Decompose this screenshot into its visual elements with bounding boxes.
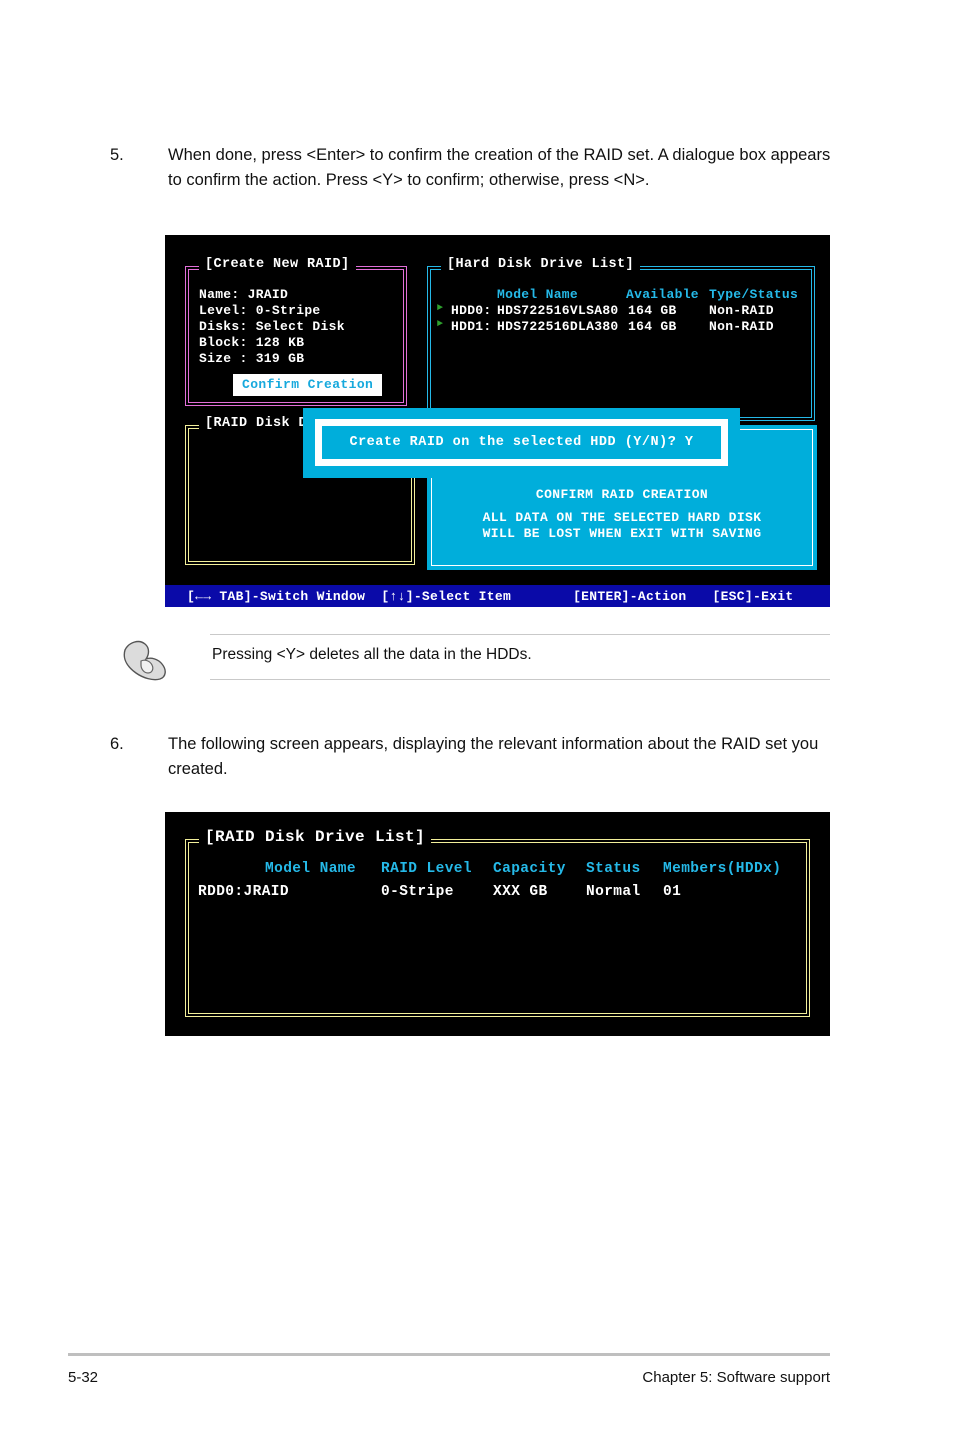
- help-heading: CONFIRM RAID CREATION: [535, 487, 709, 502]
- field-level: Level: 0-Stripe: [199, 303, 321, 318]
- statusbar-exit-hint: [ESC]-Exit: [712, 588, 794, 604]
- panel-raid-disk-drive-list-2: [RAID Disk Drive List] Model Name RAID L…: [185, 828, 810, 1017]
- row-hdd-model: HDS722516DLA380: [497, 319, 619, 334]
- footer-divider: [68, 1353, 830, 1356]
- rdl-row-id: RDD0:JRAID: [198, 884, 290, 900]
- row-hdd-available: 164 GB: [628, 303, 677, 318]
- step-5-text: When done, press <Enter> to confirm the …: [168, 146, 831, 190]
- row-hdd-type: Non-RAID: [709, 319, 774, 334]
- rdl-row-members: 01: [663, 884, 682, 900]
- page-number: 5-32: [68, 1369, 99, 1386]
- help-line-1: ALL DATA ON THE SELECTED HARD DISK: [482, 510, 762, 525]
- field-block: Block: 128 KB: [199, 335, 305, 350]
- field-size: Size : 319 GB: [199, 351, 305, 366]
- note-divider-top: [210, 634, 830, 635]
- dialog-create-raid-confirm[interactable]: Create RAID on the selected HDD (Y/N)? Y: [303, 408, 740, 478]
- note-divider-bottom: [210, 679, 830, 680]
- statusbar-action-hint: [ENTER]-Action: [573, 588, 687, 604]
- step-6: 6. The following screen appears, display…: [110, 732, 840, 782]
- row-hdd-id: HDD1:: [451, 319, 492, 334]
- row-hdd-available: 164 GB: [628, 319, 677, 334]
- bios-screen-raid-disk-drive-list: [RAID Disk Drive List] Model Name RAID L…: [165, 812, 830, 1036]
- row-hdd-id: HDD0:: [451, 303, 492, 318]
- pointing-hand-icon: [119, 637, 173, 686]
- hdd-col-type-status: Type/Status: [709, 287, 799, 302]
- row-hdd-model: HDS722516VLSA80: [497, 303, 619, 318]
- row-bullet-icon: ►: [437, 319, 444, 330]
- help-line-2: WILL BE LOST WHEN EXIT WITH SAVING: [482, 526, 762, 541]
- rdl-col-capacity: Capacity: [493, 861, 566, 877]
- row-bullet-icon: ►: [437, 303, 444, 314]
- panel-hard-disk-drive-list-title: [Hard Disk Drive List]: [441, 257, 641, 272]
- bios-status-bar: [←→ TAB]-Switch Window [↑↓]-Select Item …: [165, 585, 830, 607]
- panel-create-new-raid-title: [Create New RAID]: [199, 257, 356, 272]
- rdl-col-raid-level: RAID Level: [381, 861, 473, 877]
- field-name: Name: JRAID: [199, 287, 289, 302]
- field-disks[interactable]: Disks: Select Disk: [199, 319, 345, 334]
- confirm-creation-button[interactable]: Confirm Creation: [233, 374, 383, 396]
- chapter-label: Chapter 5: Software support: [642, 1369, 830, 1386]
- hdd-col-model-name: Model Name: [497, 287, 579, 302]
- note-text: Pressing <Y> deletes all the data in the…: [212, 646, 532, 663]
- row-hdd-type: Non-RAID: [709, 303, 774, 318]
- panel-create-new-raid: [Create New RAID] Name: JRAID Level: 0-S…: [185, 257, 407, 406]
- rdl-col-status: Status: [586, 861, 641, 877]
- dialog-inner-frame: Create RAID on the selected HDD (Y/N)? Y: [315, 419, 728, 466]
- rdl-row-level: 0-Stripe: [381, 884, 454, 900]
- step-6-number: 6.: [110, 735, 124, 753]
- step-6-text: The following screen appears, displaying…: [168, 735, 819, 779]
- step-5: 5. When done, press <Enter> to confirm t…: [110, 143, 840, 193]
- dialog-prompt-text: Create RAID on the selected HDD (Y/N)? Y: [349, 435, 694, 450]
- rdl-row-capacity: XXX GB: [493, 884, 548, 900]
- rdl-col-members: Members(HDDx): [663, 861, 782, 877]
- table-row[interactable]: ► HDD1: HDS722516DLA380 164 GB Non-RAID: [427, 319, 815, 335]
- note-callout: Pressing <Y> deletes all the data in the…: [119, 634, 831, 686]
- table-row[interactable]: RDD0:JRAID 0-Stripe XXX GB Normal 01: [185, 884, 810, 904]
- statusbar-navigation-hint: [←→ TAB]-Switch Window [↑↓]-Select Item: [187, 588, 512, 604]
- panel-hard-disk-drive-list: [Hard Disk Drive List] Model Name Availa…: [427, 257, 815, 421]
- bios-screen-create-raid: [Create New RAID] Name: JRAID Level: 0-S…: [165, 235, 830, 607]
- table-row[interactable]: ► HDD0: HDS722516VLSA80 164 GB Non-RAID: [427, 303, 815, 319]
- rdl-row-status: Normal: [586, 884, 641, 900]
- step-5-number: 5.: [110, 146, 124, 164]
- hdd-col-available: Available: [626, 287, 699, 302]
- panel-raid-disk-drive-list-2-title: [RAID Disk Drive List]: [199, 828, 432, 846]
- rdl-col-model-name: Model Name: [265, 861, 357, 877]
